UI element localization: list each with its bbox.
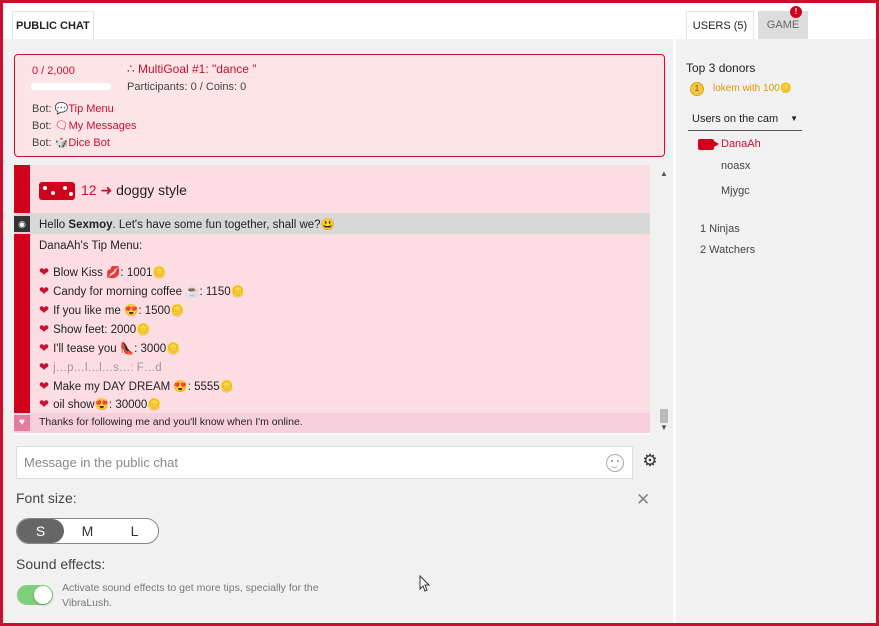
heart-icon: ❤	[39, 379, 50, 393]
user-item-broadcaster[interactable]: DanaAh	[721, 138, 761, 150]
emoji-icon[interactable]	[606, 454, 624, 472]
hello-pre: Hello	[39, 219, 69, 231]
font-size-selector: S M L	[16, 518, 159, 544]
tip-item: ❤ If you like me 😍: 1500🪙	[39, 303, 185, 317]
users-on-cam-label: Users on the cam	[692, 113, 779, 125]
chat-input-box	[16, 446, 633, 479]
heart-icon: ❤	[39, 265, 50, 279]
follow-text: Thanks for following me and you'll know …	[39, 416, 303, 428]
bot-prefix: Bot:	[32, 120, 55, 132]
dice-result-text: doggy style	[116, 182, 187, 198]
user-avatar-icon: ◉	[14, 216, 30, 232]
scroll-down-icon[interactable]: ▼	[660, 423, 668, 432]
top-tab-bar: PUBLIC CHAT USERS (5) GAME !	[3, 3, 876, 39]
tab-users[interactable]: USERS (5)	[686, 11, 754, 39]
follow-message: ♥ Thanks for following me and you'll kno…	[14, 413, 650, 433]
bot-link-my-messages[interactable]: My Messages	[69, 120, 137, 132]
goal-title: ∴ MultiGoal #1: "dance "	[127, 62, 257, 76]
arrow-icon: ➜	[100, 182, 113, 198]
mouse-cursor-icon	[419, 575, 431, 592]
tip-item: ❤ Blow Kiss 💋: 1001🪙	[39, 265, 167, 279]
goal-icon: ∴	[127, 62, 135, 76]
top-donors-title: Top 3 donors	[686, 61, 756, 75]
ninjas-count: 1 Ninjas	[700, 223, 740, 235]
heart-icon: ❤	[39, 322, 50, 336]
tab-public-chat[interactable]: PUBLIC CHAT	[12, 11, 94, 39]
heart-icon: ❤	[39, 303, 50, 317]
chat-scrollbar[interactable]: ▲ ▼	[658, 165, 670, 435]
heart-icon: ❤	[39, 360, 50, 374]
sound-effects-description: Activate sound effects to get more tips,…	[62, 582, 319, 609]
game-alert-badge: !	[790, 6, 802, 18]
dice-icon: 🎲	[54, 137, 69, 149]
message-marker	[14, 234, 30, 413]
goal-progress-bar	[31, 83, 111, 90]
bot-tip-menu[interactable]: Bot: 💬Tip Menu	[32, 102, 114, 115]
chevron-down-icon: ▼	[790, 114, 798, 123]
goal-stats: Participants: 0 / Coins: 0	[127, 81, 247, 93]
heart-icon: ❤	[39, 341, 50, 355]
message-icon: 🗨	[54, 120, 69, 132]
goal-count: 0 / 2,000	[32, 65, 75, 77]
users-panel: Top 3 donors 1 lokem with 100🪙 Users on …	[676, 39, 876, 623]
heart-icon: ❤	[39, 284, 50, 298]
message-marker	[14, 165, 30, 213]
scroll-up-icon[interactable]: ▲	[660, 169, 668, 178]
sound-effects-label: Sound effects:	[16, 556, 106, 572]
app-frame: PUBLIC CHAT USERS (5) GAME ! 0 / 2,000 ∴…	[0, 0, 879, 626]
speech-bubble-icon: 💬	[54, 103, 69, 115]
user-item[interactable]: noasx	[721, 160, 750, 172]
tip-menu-title: DanaAh's Tip Menu:	[39, 240, 143, 252]
tip-item: ❤ oil show😍: 30000🪙	[39, 397, 162, 411]
bot-link-tip-menu[interactable]: Tip Menu	[68, 103, 113, 115]
goal-title-text: MultiGoal #1: "dance "	[137, 62, 257, 76]
bot-my-messages[interactable]: Bot: 🗨My Messages	[32, 119, 136, 132]
multigoal-box: 0 / 2,000 ∴ MultiGoal #1: "dance " Parti…	[14, 54, 665, 157]
bot-prefix: Bot:	[32, 137, 55, 149]
dice-number: 12	[81, 182, 97, 198]
hello-message: Hello Sexmoy. Let's have some fun togeth…	[39, 217, 335, 231]
user-item[interactable]: Mjygc	[721, 185, 750, 197]
tip-item: ❤ j…p…l…l…s…: F…d	[39, 360, 162, 374]
users-on-cam-dropdown[interactable]: Users on the cam ▼	[688, 111, 802, 131]
gear-icon[interactable]: ⚙	[641, 452, 659, 470]
tip-item: ❤ I'll tease you 👠: 3000🪙	[39, 341, 181, 355]
heart-icon: ❤	[39, 397, 50, 411]
public-chat-panel: 0 / 2,000 ∴ MultiGoal #1: "dance " Parti…	[3, 39, 673, 623]
tip-item: ❤ Make my DAY DREAM 😍: 5555🪙	[39, 379, 235, 393]
camera-icon	[698, 139, 719, 150]
bot-link-dice-bot[interactable]: Dice Bot	[68, 137, 110, 149]
font-size-s[interactable]: S	[17, 519, 64, 543]
bot-prefix: Bot:	[32, 103, 55, 115]
chat-messages[interactable]: 12 ➜ doggy style ◉ Hello Sexmoy. Let's h…	[14, 165, 650, 435]
tip-item: ❤ Show feet: 2000🪙	[39, 322, 151, 336]
bot-dice[interactable]: Bot: 🎲Dice Bot	[32, 136, 110, 149]
hello-post: . Let's have some fun together, shall we…	[112, 219, 335, 231]
font-size-m[interactable]: M	[64, 519, 111, 543]
hello-username[interactable]: Sexmoy	[68, 219, 112, 231]
tip-item: ❤ Candy for morning coffee ☕: 1150🪙	[39, 284, 245, 298]
watchers-count: 2 Watchers	[700, 244, 756, 256]
scroll-thumb[interactable]	[660, 409, 668, 423]
chat-message-input[interactable]	[17, 447, 577, 478]
coin-icon: 1	[690, 82, 704, 96]
dice-result-line: 12 ➜ doggy style	[39, 182, 187, 201]
dice-icon	[39, 182, 75, 201]
top-donor-entry: lokem with 100🪙	[713, 83, 793, 94]
font-size-label: Font size:	[16, 490, 77, 506]
close-icon[interactable]: ✕	[636, 490, 650, 510]
sound-effects-toggle[interactable]	[17, 585, 53, 605]
font-size-l[interactable]: L	[111, 519, 158, 543]
heart-icon: ♥	[14, 415, 30, 431]
